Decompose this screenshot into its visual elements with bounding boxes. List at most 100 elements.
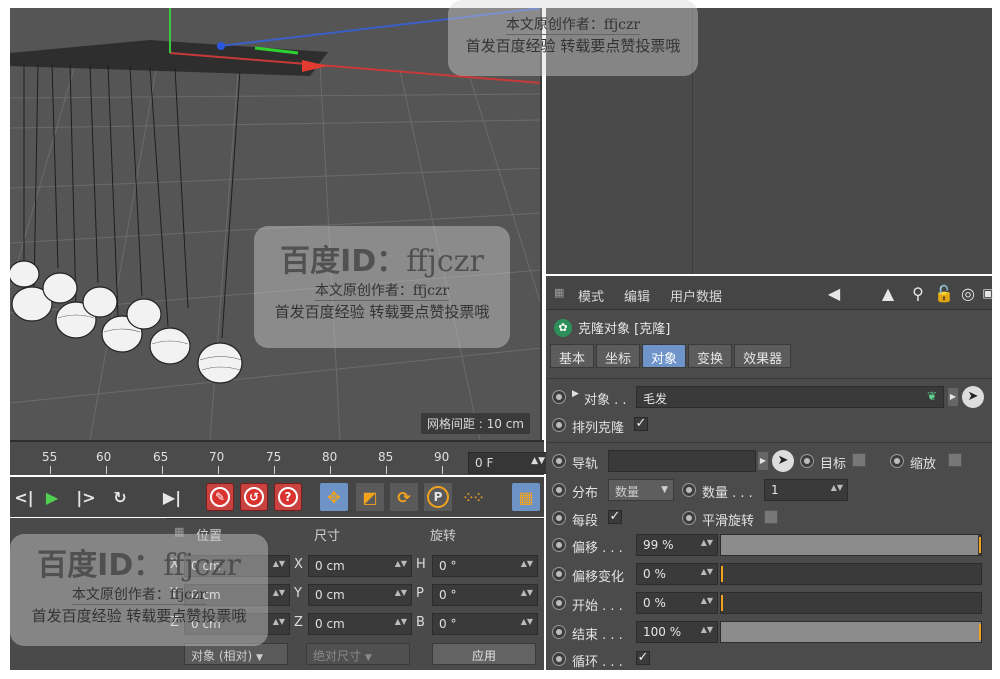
play-button[interactable]: ▶ bbox=[38, 483, 66, 511]
pos-z-label: Z bbox=[170, 615, 179, 630]
loop-anim-radio[interactable] bbox=[552, 652, 566, 666]
attribute-menubar: ▦ 模式 编辑 用户数据 ◀ ▲ ⚲ 🔓 ◎ ▣ bbox=[546, 276, 994, 310]
step-back-button[interactable]: <| bbox=[10, 483, 38, 511]
scale-checkbox[interactable] bbox=[948, 453, 962, 467]
record-keyframe-button[interactable]: ✎ bbox=[206, 483, 234, 511]
step-forward-button[interactable]: |> bbox=[72, 483, 100, 511]
dist-label: 分布 bbox=[572, 486, 599, 501]
keyframe-selection-button[interactable]: ? bbox=[274, 483, 302, 511]
tab-object[interactable]: 对象 bbox=[642, 344, 687, 368]
rotation-key-button[interactable]: ⟳ bbox=[390, 483, 418, 511]
position-key-button[interactable]: ✥ bbox=[320, 483, 348, 511]
scale-label: 缩放 bbox=[910, 457, 937, 472]
rail-anim-radio[interactable] bbox=[552, 454, 566, 468]
menu-userdata[interactable]: 用户数据 bbox=[670, 286, 722, 305]
arrange-anim-radio[interactable] bbox=[552, 418, 566, 432]
target-checkbox[interactable] bbox=[852, 453, 866, 467]
size-x-field[interactable]: 0 cm ▲▼ bbox=[308, 555, 412, 577]
pick-cursor-icon[interactable]: ➤ bbox=[772, 450, 794, 472]
target-icon[interactable]: ◎ bbox=[958, 283, 978, 303]
size-y-field[interactable]: 0 cm ▲▼ bbox=[308, 584, 412, 606]
distribution-dropdown[interactable]: 数量 ▼ bbox=[608, 479, 674, 501]
scale-key-button[interactable]: ◩ bbox=[356, 483, 384, 511]
smooth-rotation-checkbox[interactable] bbox=[764, 510, 778, 524]
loop-icon[interactable]: ↻ bbox=[106, 483, 134, 511]
offset-slider[interactable] bbox=[720, 534, 982, 556]
rot-h-field[interactable]: 0 ° ▲▼ bbox=[432, 555, 538, 577]
rot-b-value: 0 ° bbox=[439, 617, 457, 631]
pos-z-field[interactable]: 0 cm ▲▼ bbox=[184, 613, 290, 635]
rot-p-label: P bbox=[416, 586, 424, 601]
spin-arrows-icon[interactable]: ▲▼ bbox=[531, 456, 545, 466]
distribution-value: 数量 bbox=[615, 485, 640, 499]
end-slider[interactable] bbox=[720, 621, 982, 643]
loop-row: 循环 . . . ✓ bbox=[552, 648, 988, 670]
offset-anim-radio[interactable] bbox=[552, 538, 566, 552]
tick-label: 70 bbox=[209, 450, 225, 464]
arrange-checkbox[interactable]: ✓ bbox=[634, 417, 648, 431]
size-mode-dropdown[interactable]: 绝对尺寸 ▼ bbox=[306, 643, 410, 665]
pos-y-field[interactable]: 0 cm ▲▼ bbox=[184, 584, 290, 606]
start-field[interactable]: 0 % ▲▼ bbox=[636, 592, 718, 614]
dist-anim-radio[interactable] bbox=[552, 483, 566, 497]
rail-link-field[interactable] bbox=[608, 450, 756, 472]
each-segment-checkbox[interactable]: ✓ bbox=[608, 510, 622, 524]
timeline-ruler[interactable]: 55 60 65 70 75 80 85 90 0 F ▲▼ bbox=[10, 440, 550, 475]
start-slider[interactable] bbox=[720, 592, 982, 614]
size-z-field[interactable]: 0 cm ▲▼ bbox=[308, 613, 412, 635]
timeline-window-button[interactable]: ▦ bbox=[512, 483, 540, 511]
link-arrow-icon[interactable]: ▶ bbox=[758, 452, 768, 470]
tab-transform[interactable]: 变换 bbox=[688, 344, 733, 368]
pick-cursor-icon[interactable]: ➤ bbox=[962, 386, 984, 408]
smooth-anim-radio[interactable] bbox=[682, 511, 696, 525]
end-field[interactable]: 100 % ▲▼ bbox=[636, 621, 718, 643]
axis-z bbox=[219, 8, 540, 47]
grip-icon: ▦ bbox=[554, 286, 565, 299]
search-icon[interactable]: ⚲ bbox=[908, 283, 928, 303]
count-anim-radio[interactable] bbox=[682, 483, 696, 497]
new-window-icon[interactable]: ▣ bbox=[978, 283, 998, 303]
goto-end-button[interactable]: ▶| bbox=[158, 483, 186, 511]
coordinate-mode-dropdown[interactable]: 对象 (相对) ▼ bbox=[184, 643, 288, 665]
target-anim-radio[interactable] bbox=[800, 454, 814, 468]
offset-field[interactable]: 99 % ▲▼ bbox=[636, 534, 718, 556]
size-mode-value: 绝对尺寸 bbox=[313, 649, 362, 663]
object-link-field[interactable]: 毛发 ❦ bbox=[636, 386, 944, 408]
3d-viewport[interactable]: 网格间距 : 10 cm bbox=[10, 8, 542, 440]
offset-variation-slider[interactable] bbox=[720, 563, 982, 585]
start-anim-radio[interactable] bbox=[552, 596, 566, 610]
rot-b-field[interactable]: 0 ° ▲▼ bbox=[432, 613, 538, 635]
arrange-row: 排列克隆 ✓ bbox=[552, 414, 988, 436]
parameter-key-button[interactable]: P bbox=[424, 483, 452, 511]
offset-var-anim-radio[interactable] bbox=[552, 567, 566, 581]
tab-basic[interactable]: 基本 bbox=[550, 344, 595, 368]
start-row: 开始 . . . 0 % ▲▼ bbox=[552, 592, 988, 614]
back-arrow-icon[interactable]: ◀ bbox=[824, 283, 844, 303]
menu-edit[interactable]: 编辑 bbox=[624, 286, 650, 305]
lock-icon[interactable]: 🔓 bbox=[934, 283, 954, 303]
loop-checkbox[interactable]: ✓ bbox=[636, 651, 650, 665]
up-arrow-icon[interactable]: ▲ bbox=[878, 283, 898, 303]
coordinates-manager: ▦ 位置 尺寸 旋转 X 0 cm ▲▼ X 0 cm ▲▼ H 0 ° ▲▼ Y 0… bbox=[166, 518, 544, 670]
current-frame-field[interactable]: 0 F ▲▼ bbox=[468, 452, 550, 474]
scale-anim-radio[interactable] bbox=[890, 454, 904, 468]
object-anim-radio[interactable] bbox=[552, 390, 566, 404]
menu-mode[interactable]: 模式 bbox=[578, 286, 604, 305]
tab-coord[interactable]: 坐标 bbox=[596, 344, 641, 368]
offset-row: 偏移 . . . 99 % ▲▼ bbox=[552, 534, 988, 556]
rot-p-field[interactable]: 0 ° ▲▼ bbox=[432, 584, 538, 606]
end-anim-radio[interactable] bbox=[552, 625, 566, 639]
pos-x-field[interactable]: 0 cm ▲▼ bbox=[184, 555, 290, 577]
apply-button[interactable]: 应用 bbox=[432, 643, 536, 665]
autokey-button[interactable]: ↺ bbox=[240, 483, 268, 511]
object-manager-panel[interactable] bbox=[546, 8, 992, 274]
count-field[interactable]: 1 ▲▼ bbox=[764, 479, 848, 501]
expand-arrow-icon[interactable]: ▶ bbox=[572, 389, 579, 399]
size-x-value: 0 cm bbox=[315, 559, 345, 573]
size-z-value: 0 cm bbox=[315, 617, 345, 631]
each-anim-radio[interactable] bbox=[552, 511, 566, 525]
tab-effectors[interactable]: 效果器 bbox=[734, 344, 792, 368]
link-arrow-icon[interactable]: ▶ bbox=[948, 388, 958, 406]
offset-variation-field[interactable]: 0 % ▲▼ bbox=[636, 563, 718, 585]
point-level-button[interactable]: ⁘⁘ bbox=[460, 483, 488, 511]
